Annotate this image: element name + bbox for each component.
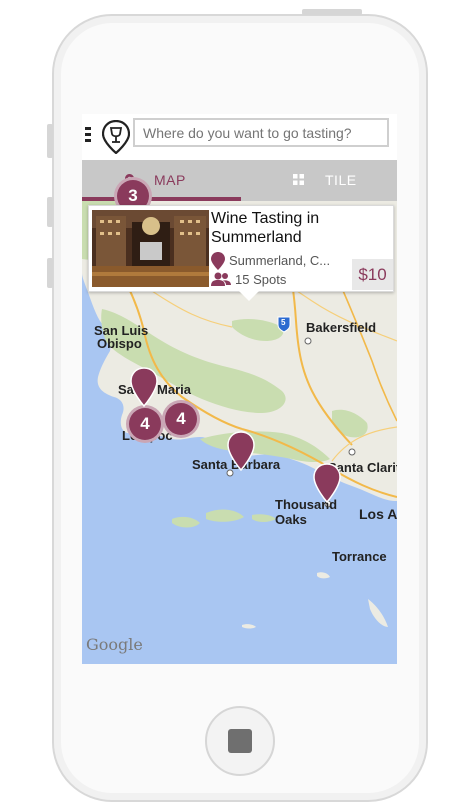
city-label-bakersfield: Bakersfield	[306, 320, 377, 335]
city-label-los-angeles: Los An	[359, 506, 397, 522]
app-screen: MAP TILE	[82, 114, 397, 664]
price-badge: $10	[352, 259, 393, 290]
wine-glass-pin-icon[interactable]	[102, 120, 130, 154]
tab-tile-label: TILE	[325, 172, 357, 188]
cluster-marker[interactable]: 4	[126, 405, 164, 443]
tab-tile[interactable]: TILE	[241, 160, 397, 201]
listing-location: Summerland, C...	[229, 253, 331, 268]
power-button	[302, 9, 362, 15]
callout-pointer	[239, 291, 259, 301]
users-icon	[211, 272, 231, 286]
home-button[interactable]	[205, 706, 275, 776]
search-bar	[82, 114, 397, 160]
listing-title: Wine Tasting in Summerland	[211, 210, 320, 246]
grid-icon	[293, 174, 304, 185]
listing-thumbnail	[92, 210, 209, 287]
home-button-icon	[228, 729, 252, 753]
volume-up-button	[47, 197, 53, 227]
highway-shield-label: 5	[281, 318, 286, 327]
map-pin-marker[interactable]	[227, 431, 255, 471]
volume-down-button	[47, 258, 53, 288]
hamburger-icon[interactable]	[85, 127, 91, 145]
city-label-obispo: Obispo	[97, 336, 142, 351]
google-attribution: Google	[86, 635, 143, 654]
search-input[interactable]	[133, 118, 389, 147]
mute-switch	[47, 124, 53, 158]
city-label-torrance: Torrance	[332, 549, 387, 564]
map-pin-marker[interactable]	[313, 463, 341, 503]
cluster-marker[interactable]: 4	[162, 400, 200, 438]
tab-map[interactable]: MAP	[82, 160, 241, 201]
map-pin-marker[interactable]	[130, 367, 158, 407]
map-pin-icon	[211, 252, 225, 270]
listing-spots: 15 Spots	[235, 272, 287, 287]
tab-map-label: MAP	[154, 172, 186, 188]
listing-callout-card[interactable]: Wine Tasting in Summerland Summerland, C…	[88, 205, 394, 301]
